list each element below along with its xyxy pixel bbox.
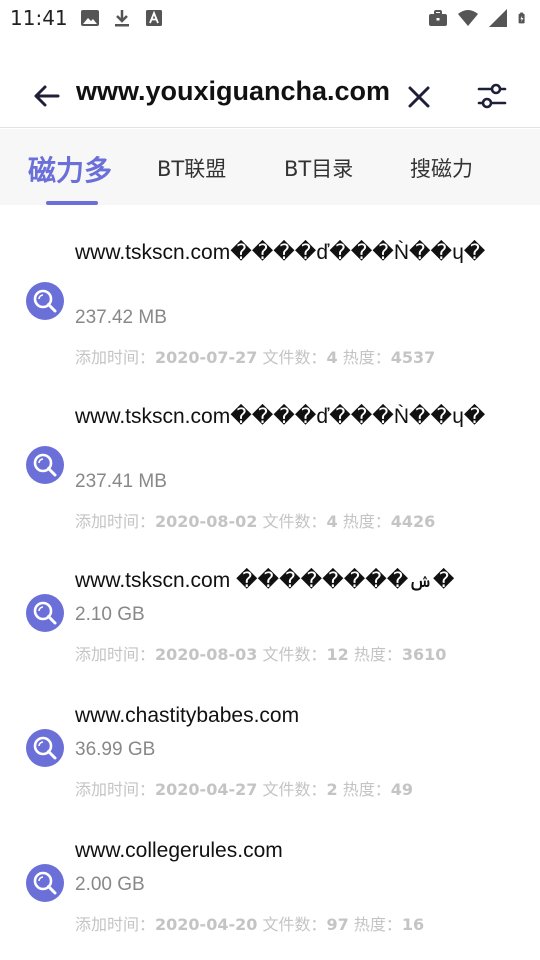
meta-files: 4	[326, 348, 338, 367]
download-icon	[115, 10, 129, 27]
tab-cililduo[interactable]: 磁力多	[28, 149, 112, 189]
result-size: 2.00 GB	[75, 874, 145, 895]
meta-date: 2020-08-03	[155, 645, 258, 664]
meta-date: 2020-04-20	[155, 915, 258, 934]
sliders-icon[interactable]	[474, 78, 510, 114]
result-size: 237.41 MB	[75, 471, 167, 492]
meta-added-label: 添加时间：	[75, 780, 156, 799]
magnet-search-icon	[26, 594, 64, 632]
meta-files: 2	[326, 780, 338, 799]
briefcase-icon	[429, 10, 447, 26]
meta-files: 12	[326, 645, 349, 664]
result-meta: 添加时间：2020-04-27 文件数：2 热度：49	[75, 776, 413, 800]
search-bar: www.youxiguancha.com	[0, 60, 540, 128]
meta-added-label: 添加时间：	[75, 512, 156, 531]
magnet-search-icon	[26, 446, 64, 484]
status-bar: 11:41	[0, 0, 540, 36]
meta-added-label: 添加时间：	[75, 348, 156, 367]
font-icon	[146, 10, 162, 26]
search-query[interactable]: www.youxiguancha.com	[76, 76, 390, 107]
meta-date: 2020-07-27	[155, 348, 258, 367]
meta-files: 97	[326, 915, 349, 934]
meta-heat: 4426	[390, 512, 436, 531]
close-icon[interactable]	[402, 80, 436, 114]
tab-bt-lianmeng[interactable]: BT联盟	[157, 153, 226, 183]
tab-indicator	[46, 201, 98, 205]
result-title: www.tskscn.com����ď���Ǹ��ɥ�	[75, 405, 486, 428]
magnet-search-icon	[26, 864, 64, 902]
result-size: 2.10 GB	[75, 604, 145, 625]
meta-heat: 3610	[401, 645, 447, 664]
meta-heat-label: 热度：	[342, 512, 391, 531]
back-button[interactable]	[28, 78, 64, 114]
result-title: www.tskscn.com ��������ݾ�	[75, 569, 455, 592]
result-meta: 添加时间：2020-08-03 文件数：12 热度：3610	[75, 641, 446, 665]
result-meta: 添加时间：2020-07-27 文件数：4 热度：4537	[75, 344, 435, 368]
meta-heat: 16	[401, 915, 425, 934]
status-left-icons	[80, 8, 164, 28]
status-right-icons	[428, 8, 530, 28]
magnet-search-icon	[26, 282, 64, 320]
result-meta: 添加时间：2020-08-02 文件数：4 热度：4426	[75, 508, 435, 532]
signal-icon	[489, 9, 507, 27]
meta-heat-label: 热度：	[342, 348, 391, 367]
magnet-search-icon	[26, 729, 64, 767]
meta-heat-label: 热度：	[353, 915, 402, 934]
tab-soucili[interactable]: 搜磁力	[410, 153, 473, 183]
meta-files-label: 文件数：	[262, 512, 327, 531]
wifi-icon	[458, 10, 478, 26]
battery-charging-icon	[518, 12, 525, 24]
meta-heat-label: 热度：	[342, 780, 391, 799]
meta-heat: 4537	[390, 348, 436, 367]
status-time: 11:41	[10, 6, 68, 30]
meta-files-label: 文件数：	[262, 348, 327, 367]
result-title: www.tskscn.com����ď���Ǹ��ɥ�	[75, 241, 486, 264]
meta-date: 2020-04-27	[155, 780, 258, 799]
meta-files-label: 文件数：	[262, 780, 327, 799]
meta-added-label: 添加时间：	[75, 915, 156, 934]
meta-date: 2020-08-02	[155, 512, 258, 531]
meta-heat-label: 热度：	[353, 645, 402, 664]
meta-added-label: 添加时间：	[75, 645, 156, 664]
result-meta: 添加时间：2020-04-20 文件数：97 热度：16	[75, 911, 424, 935]
result-size: 237.42 MB	[75, 307, 167, 328]
meta-files-label: 文件数：	[262, 645, 327, 664]
source-tabs: 磁力多 BT联盟 BT目录 搜磁力	[0, 129, 540, 205]
tab-bt-mulu[interactable]: BT目录	[284, 153, 353, 183]
meta-heat: 49	[390, 780, 413, 799]
image-icon	[81, 10, 99, 26]
result-size: 36.99 GB	[75, 739, 156, 760]
meta-files: 4	[326, 512, 338, 531]
result-title: www.chastitybabes.com	[75, 704, 300, 727]
result-title: www.collegerules.com	[75, 839, 283, 862]
meta-files-label: 文件数：	[262, 915, 327, 934]
